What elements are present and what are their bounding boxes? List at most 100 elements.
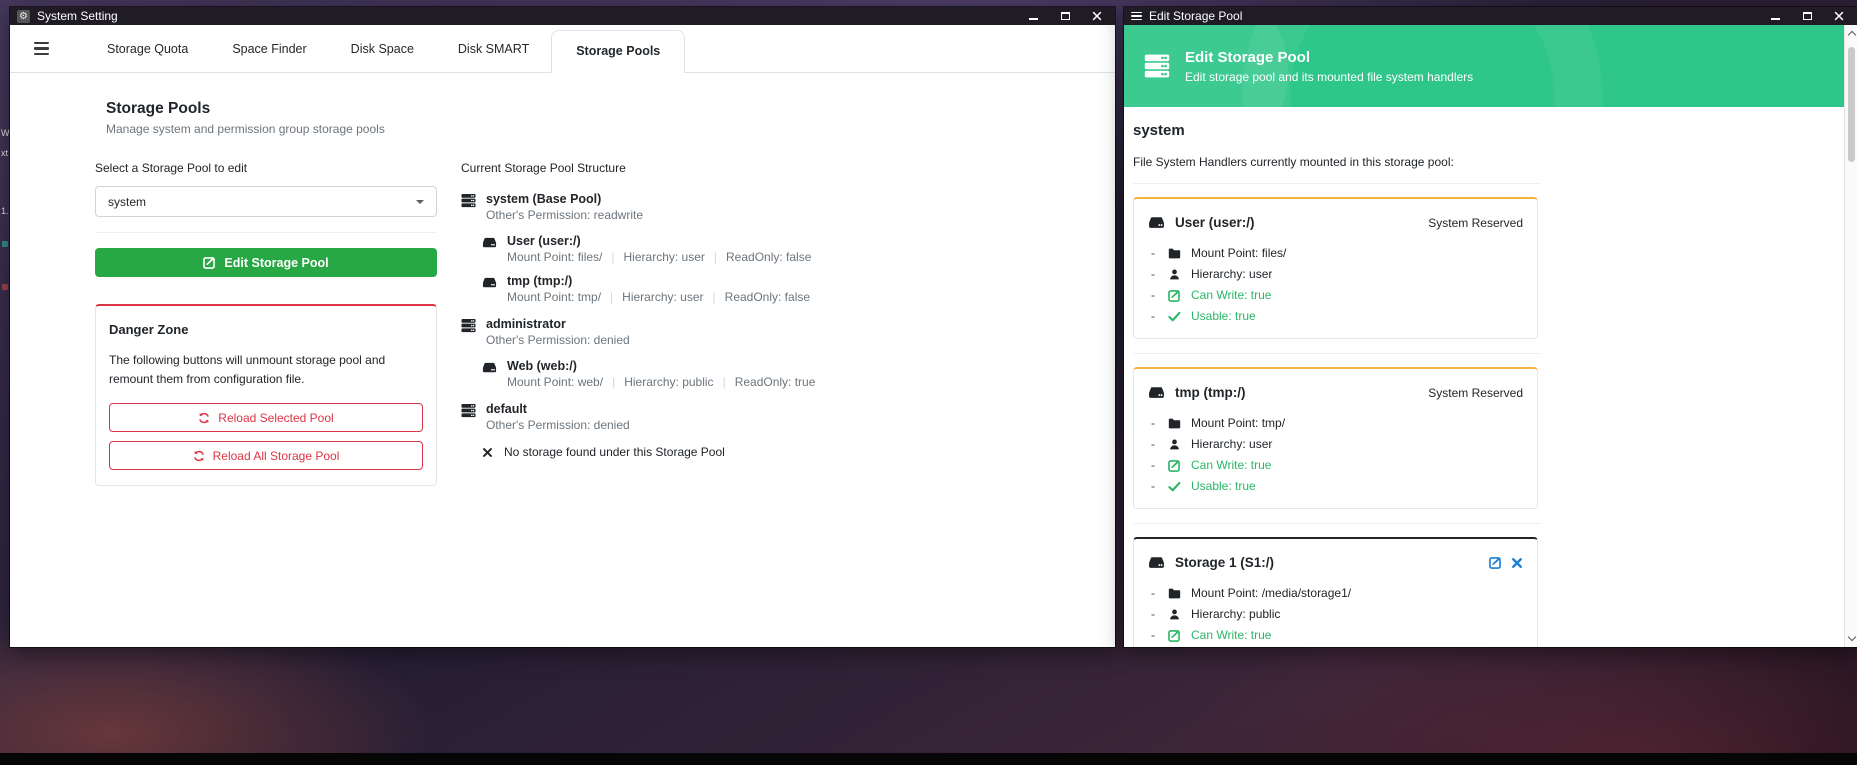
desktop-icon-label: xt <box>1 148 8 158</box>
taskbar <box>0 753 1857 765</box>
tab-storage-pools[interactable]: Storage Pools <box>551 30 685 73</box>
storage-name: Web (web:/) <box>507 359 815 373</box>
minimize-button[interactable] <box>1027 10 1039 22</box>
pool-node: default Other's Permission: denied No st… <box>461 402 815 459</box>
page-title: Storage Pools <box>106 100 1115 118</box>
edit-storage-pool-window: Edit Storage Pool Edit Storage Pool Edit… <box>1124 7 1857 647</box>
check-icon <box>1168 480 1181 493</box>
reload-selected-pool-button[interactable]: Reload Selected Pool <box>109 403 423 432</box>
divider <box>1133 353 1540 354</box>
handler-name: Storage 1 (S1:/) <box>1175 555 1274 570</box>
handler-name: tmp (tmp:/) <box>1175 385 1245 400</box>
pool-name: default <box>486 402 630 416</box>
pool-node: system (Base Pool) Other's Permission: r… <box>461 192 815 304</box>
pool-permission: Other's Permission: readwrite <box>486 208 643 222</box>
maximize-button[interactable] <box>1059 10 1071 22</box>
tab-space-finder[interactable]: Space Finder <box>210 27 328 72</box>
danger-zone-title: Danger Zone <box>109 322 423 337</box>
storage-meta: Mount Point: files/Hierarchy: userReadOn… <box>507 250 811 264</box>
edit-pool-header: Edit Storage Pool Edit storage pool and … <box>1124 25 1844 107</box>
handler-property: Can Write: true <box>1148 458 1523 472</box>
edit-pool-titlebar: Edit Storage Pool <box>1124 7 1857 25</box>
storage-name: User (user:/) <box>507 234 811 248</box>
system-reserved-badge: System Reserved <box>1428 386 1523 400</box>
handler-property: Usable: true <box>1148 309 1523 323</box>
edit-storage-pool-label: Edit Storage Pool <box>224 256 328 270</box>
server-icon <box>461 318 476 333</box>
maximize-icon <box>1061 12 1070 20</box>
empty-pool-message: No storage found under this Storage Pool <box>482 445 815 459</box>
divider <box>1133 183 1540 184</box>
divider <box>1133 523 1540 524</box>
folder-icon <box>1168 247 1181 260</box>
edit-handler-button[interactable] <box>1489 556 1502 569</box>
pool-edit-column: Select a Storage Pool to edit system Edi… <box>95 161 437 486</box>
handler-actions <box>1489 556 1523 569</box>
handler-property: Usable: true <box>1148 479 1523 493</box>
edit-icon <box>1168 289 1181 302</box>
edit-pool-body: system File System Handlers currently mo… <box>1124 107 1540 647</box>
hdd-icon <box>1148 214 1165 231</box>
edit-storage-pool-button[interactable]: Edit Storage Pool <box>95 248 437 277</box>
danger-zone-description: The following buttons will unmount stora… <box>109 351 423 388</box>
close-button[interactable] <box>1833 10 1845 22</box>
hdd-icon <box>482 360 497 375</box>
hdd-icon <box>1148 554 1165 571</box>
hamburger-menu-icon[interactable] <box>34 42 49 55</box>
window-title: Edit Storage Pool <box>1149 9 1242 23</box>
person-icon <box>1168 608 1181 621</box>
tab-disk-space[interactable]: Disk Space <box>329 27 436 72</box>
tab-storage-quota[interactable]: Storage Quota <box>85 27 210 72</box>
pool-structure-column: Current Storage Pool Structure system (B… <box>461 161 815 486</box>
handler-property: Hierarchy: user <box>1148 437 1523 451</box>
desktop-icon-label: W <box>1 128 10 138</box>
header-title: Edit Storage Pool <box>1185 49 1473 66</box>
desktop-icon-label: 1. <box>1 206 9 216</box>
minimize-icon <box>1771 18 1780 20</box>
edit-pool-content: Edit Storage Pool Edit storage pool and … <box>1124 25 1844 647</box>
maximize-button[interactable] <box>1801 10 1813 22</box>
scroll-up-icon[interactable] <box>1847 31 1855 39</box>
x-icon <box>482 447 493 458</box>
person-icon <box>1168 268 1181 281</box>
window-controls <box>1027 10 1107 22</box>
check-icon <box>1168 310 1181 323</box>
reload-all-pool-label: Reload All Storage Pool <box>213 449 340 463</box>
scrollbar[interactable] <box>1844 25 1857 647</box>
pool-name: system (Base Pool) <box>486 192 643 206</box>
scroll-down-icon[interactable] <box>1847 633 1855 641</box>
storage-pool-select[interactable]: system <box>95 186 437 217</box>
edit-icon <box>203 256 216 269</box>
minimize-button[interactable] <box>1769 10 1781 22</box>
divider <box>95 232 437 233</box>
close-icon <box>1092 11 1102 21</box>
reload-selected-pool-label: Reload Selected Pool <box>218 411 333 425</box>
handler-property: Mount Point: tmp/ <box>1148 416 1523 430</box>
desktop-icon <box>2 284 8 290</box>
list-icon <box>1131 12 1142 21</box>
chevron-down-icon <box>416 200 424 204</box>
storage-node: User (user:/) Mount Point: files/Hierarc… <box>482 234 815 264</box>
minimize-icon <box>1029 18 1038 20</box>
reload-all-pool-button[interactable]: Reload All Storage Pool <box>109 441 423 470</box>
storage-node: Web (web:/) Mount Point: web/Hierarchy: … <box>482 359 815 389</box>
refresh-icon <box>193 450 205 462</box>
handler-property: Hierarchy: user <box>1148 267 1523 281</box>
server-icon <box>461 403 476 418</box>
close-button[interactable] <box>1091 10 1103 22</box>
storage-meta: Mount Point: web/Hierarchy: publicReadOn… <box>507 375 815 389</box>
handler-property: Can Write: true <box>1148 288 1523 302</box>
hdd-icon <box>1148 384 1165 401</box>
selected-pool-name: system <box>1133 122 1540 139</box>
person-icon <box>1168 438 1181 451</box>
header-subtitle: Edit storage pool and its mounted file s… <box>1185 70 1473 84</box>
refresh-icon <box>198 412 210 424</box>
select-pool-label: Select a Storage Pool to edit <box>95 161 437 175</box>
scrollbar-thumb[interactable] <box>1848 47 1855 162</box>
system-reserved-badge: System Reserved <box>1428 216 1523 230</box>
desktop: W xt 1. ⚙ System Setting Storage Quota S… <box>0 0 1857 765</box>
window-controls <box>1769 10 1849 22</box>
remove-handler-button[interactable] <box>1511 557 1523 569</box>
storage-pool-select-value: system <box>108 195 146 209</box>
tab-disk-smart[interactable]: Disk SMART <box>436 27 551 72</box>
